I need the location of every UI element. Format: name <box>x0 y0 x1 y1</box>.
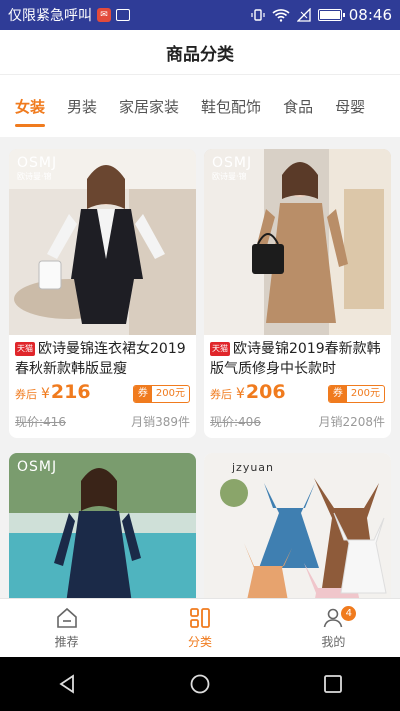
tmall-badge: 天猫 <box>15 342 35 356</box>
product-title: 天猫 欧诗曼锦连衣裙女2019春秋新款韩版显瘦 <box>15 341 186 377</box>
nav-category[interactable]: 分类 <box>133 599 266 657</box>
category-icon <box>190 608 210 628</box>
coupon-badge[interactable]: 券 200元 <box>132 385 190 403</box>
brand-logo: OSMJ 欧诗曼·锦 <box>212 155 253 181</box>
product-price: 206 <box>245 381 286 403</box>
product-image[interactable]: OSMJ 欧诗曼·锦 <box>9 149 196 335</box>
product-image[interactable]: OSMJ <box>9 453 196 598</box>
vibrate-icon <box>251 9 265 21</box>
product-image[interactable]: OSMJ 欧诗曼·锦 <box>204 149 391 335</box>
battery-icon <box>317 9 345 21</box>
signal-icon <box>296 8 311 22</box>
nav-mine[interactable]: 我的 4 <box>267 599 400 657</box>
tab-mens[interactable]: 男装 <box>67 75 97 137</box>
page-title: 商品分类 <box>0 30 400 75</box>
bottom-nav: 推荐 分类 我的 4 <box>0 598 400 657</box>
tab-baby[interactable]: 母婴 <box>335 75 365 137</box>
product-image[interactable]: jzyuan <box>204 453 391 598</box>
product-photo <box>204 453 391 598</box>
wifi-icon <box>272 9 290 22</box>
product-price: 216 <box>50 381 91 403</box>
carrier-text: 仅限紧急呼叫 <box>8 8 92 24</box>
coupon-badge[interactable]: 券 200元 <box>327 385 385 403</box>
price-row: 券后 ¥ 216 券 200元 <box>9 379 196 409</box>
product-grid: OSMJ 欧诗曼·锦 天猫 欧诗曼锦连衣裙女2019春秋新款韩版显瘦 券后 ¥ 21… <box>0 143 400 598</box>
system-nav <box>0 657 400 711</box>
tab-home[interactable]: 家居家装 <box>119 75 179 137</box>
home-circle-icon[interactable] <box>188 672 212 696</box>
monthly-sales: 月销2208件 <box>318 415 385 429</box>
product-card[interactable]: jzyuan <box>204 453 391 598</box>
original-price: 现价:416 <box>15 415 66 429</box>
home-icon <box>56 607 77 628</box>
product-card[interactable]: OSMJ 欧诗曼·锦 天猫 欧诗曼锦2019春新款韩版气质修身中长款时 券后 ¥ 2… <box>204 149 391 438</box>
brand-logo: OSMJ <box>17 459 58 475</box>
nav-recommend[interactable]: 推荐 <box>0 599 133 657</box>
recents-icon[interactable] <box>321 672 345 696</box>
product-card[interactable]: OSMJ 欧诗曼·锦 天猫 欧诗曼锦连衣裙女2019春秋新款韩版显瘦 券后 ¥ 21… <box>9 149 196 438</box>
clock-text: 08:46 <box>348 6 392 24</box>
product-meta: 现价:416 月销389件 <box>9 409 196 438</box>
monthly-sales: 月销389件 <box>131 415 190 429</box>
tab-womens[interactable]: 女装 <box>15 75 46 137</box>
status-bar: 仅限紧急呼叫 ✉ 08:46 <box>0 0 400 30</box>
price-row: 券后 ¥ 206 券 200元 <box>204 379 391 409</box>
notification-badge: 4 <box>341 606 357 621</box>
brand-logo: jzyuan <box>232 461 275 474</box>
product-title: 天猫 欧诗曼锦2019春新款韩版气质修身中长款时 <box>210 341 381 377</box>
product-meta: 现价:406 月销2208件 <box>204 409 391 438</box>
category-tabs: 女装 男装 家居家装 鞋包配饰 食品 母婴 <box>0 75 400 137</box>
tab-food[interactable]: 食品 <box>283 75 313 137</box>
brand-logo: OSMJ 欧诗曼·锦 <box>17 155 58 181</box>
notification-icon: ✉ <box>97 8 111 22</box>
back-icon[interactable] <box>55 672 79 696</box>
tab-shoes-bags[interactable]: 鞋包配饰 <box>201 75 261 137</box>
tmall-badge: 天猫 <box>210 342 230 356</box>
gallery-icon <box>116 9 130 21</box>
product-card[interactable]: OSMJ <box>9 453 196 598</box>
original-price: 现价:406 <box>210 415 261 429</box>
